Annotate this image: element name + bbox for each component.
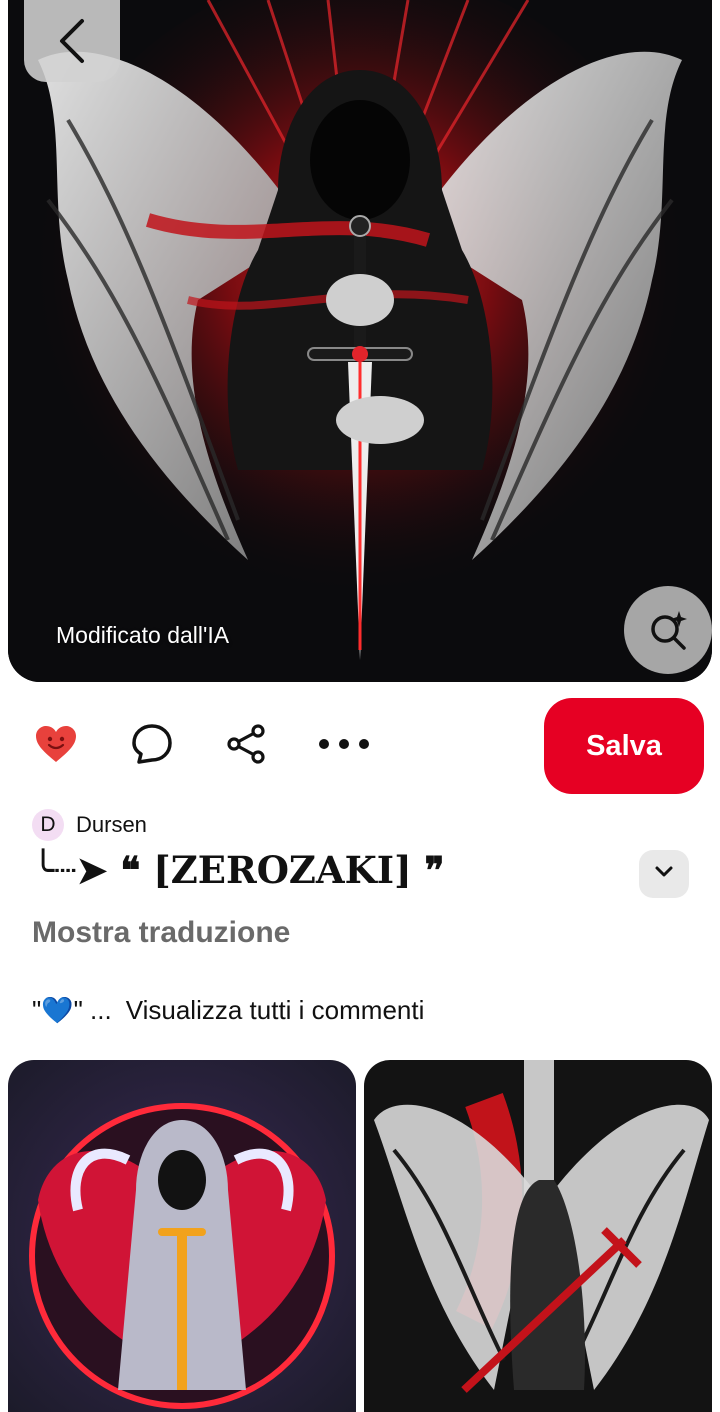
pin-title: ╰┈➤ ❝ [ZEROZAKI] ❞ [32, 848, 445, 892]
comment-icon [131, 723, 173, 770]
back-button[interactable] [24, 0, 120, 82]
chevron-down-icon [654, 865, 674, 884]
react-button[interactable] [32, 722, 80, 770]
view-all-comments-link[interactable]: Visualizza tutti i commenti [126, 995, 425, 1026]
more-options-button[interactable] [318, 722, 370, 770]
share-button[interactable] [222, 722, 270, 770]
visual-search-icon [646, 608, 690, 652]
share-icon [225, 723, 267, 770]
pin-image[interactable]: Modificato dall'IA [8, 0, 712, 682]
author-name: Dursen [76, 812, 147, 837]
comment-button[interactable] [128, 722, 176, 770]
related-pin-image [364, 1060, 712, 1412]
save-button[interactable]: Salva [544, 698, 704, 794]
comment-snippet: "💙" ... [32, 995, 112, 1025]
related-pin-2[interactable] [364, 1060, 712, 1412]
pin-author[interactable]: D Dursen [32, 809, 147, 841]
expand-description-button[interactable] [639, 850, 689, 898]
action-bar: Salva [0, 698, 720, 794]
pin-artwork [8, 0, 712, 682]
comments-preview: "💙" ... Visualizza tutti i commenti [32, 995, 424, 1026]
back-icon [54, 17, 90, 65]
more-icon [318, 737, 370, 755]
ai-modified-label: Modificato dall'IA [56, 622, 230, 648]
visual-search-button[interactable] [624, 586, 712, 674]
show-translation-link[interactable]: Mostra traduzione [32, 916, 290, 950]
heart-icon [34, 724, 78, 769]
related-pin-image [8, 1060, 356, 1412]
related-pin-1[interactable] [8, 1060, 356, 1412]
avatar: D [32, 809, 64, 841]
pin-title-row: ╰┈➤ ❝ [ZEROZAKI] ❞ [32, 848, 692, 904]
